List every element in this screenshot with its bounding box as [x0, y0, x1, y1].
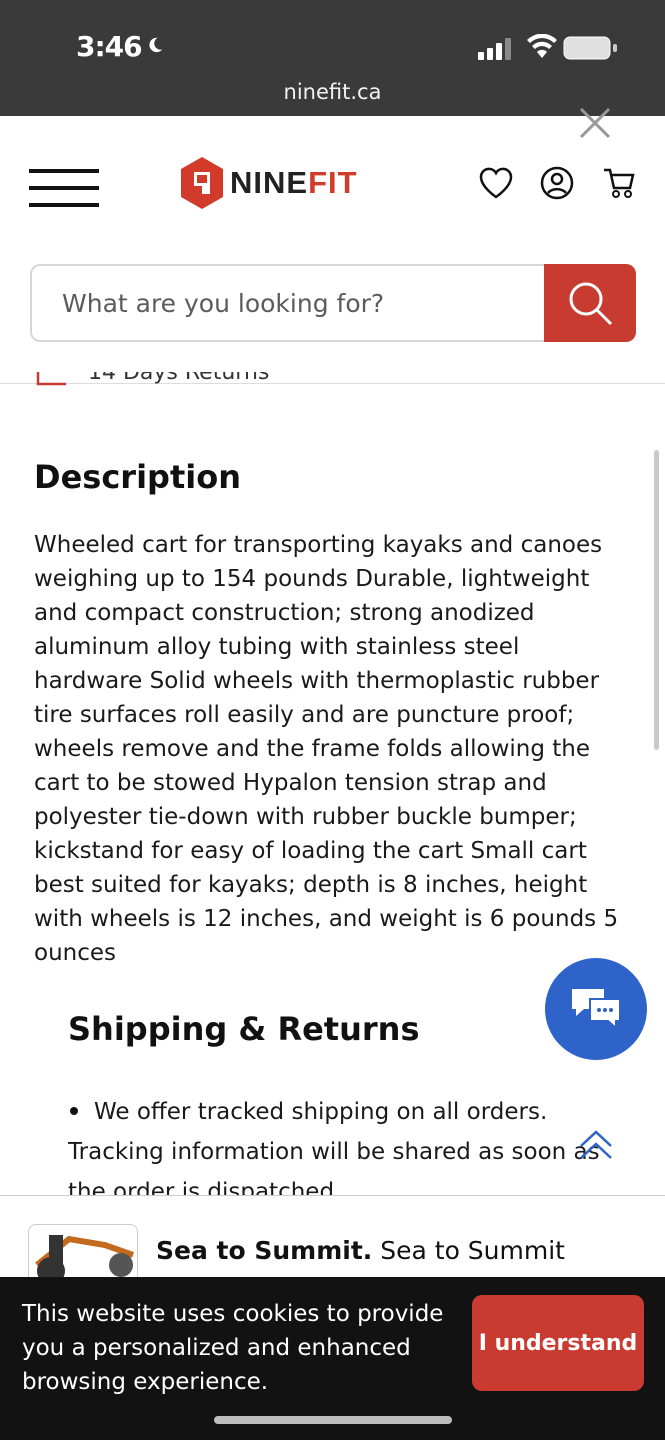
chat-bubble-icon	[572, 989, 621, 1031]
logo-text-fit: FIT	[308, 165, 358, 200]
returns-info: 14 Days Returns	[36, 372, 336, 396]
shipping-text: We offer tracked shipping on all orders.…	[68, 1099, 600, 1196]
close-icon[interactable]	[578, 106, 612, 140]
logo-text-nine: NINE	[230, 165, 309, 200]
shipping-list-item: We offer tracked shipping on all orders.…	[68, 1092, 628, 1196]
cart-icon[interactable]	[602, 166, 636, 200]
scroll-to-top-icon[interactable]	[578, 1128, 614, 1162]
site-header: NINEFIT	[0, 107, 665, 384]
signal-icon	[478, 38, 511, 60]
home-indicator[interactable]	[214, 1416, 452, 1424]
description-text: Wheeled cart for transporting kayaks and…	[34, 532, 619, 966]
chat-button[interactable]	[545, 958, 647, 1060]
sticky-product-brand: Sea to Summit.	[156, 1236, 373, 1265]
moon-icon	[149, 37, 163, 53]
battery-icon	[563, 36, 617, 60]
status-time: 3:46	[76, 30, 143, 63]
cookie-message: This website uses cookies to provide you…	[22, 1301, 444, 1395]
search-icon	[569, 282, 613, 326]
sticky-product-name: Sea to Summit. Sea to Summit	[156, 1236, 565, 1265]
search-input[interactable]	[30, 264, 550, 342]
bullet-point	[70, 1106, 78, 1115]
sticky-product-title: Sea to Summit	[380, 1236, 565, 1265]
search-button[interactable]	[544, 264, 636, 342]
search-bar	[30, 264, 636, 342]
wifi-icon	[527, 34, 557, 58]
returns-text: 14 Days Returns	[88, 372, 270, 385]
menu-icon[interactable]	[29, 169, 99, 207]
page-scrollbar[interactable]	[654, 450, 659, 750]
account-user-icon[interactable]	[540, 166, 574, 200]
status-bar: 3:46 ninefit.ca	[0, 0, 665, 116]
returns-icon	[36, 372, 66, 386]
shipping-returns-heading: Shipping & Returns	[68, 1010, 420, 1048]
site-logo[interactable]: NINEFIT	[180, 155, 358, 211]
cookie-accept-button[interactable]: I understand	[472, 1295, 644, 1391]
url-bar[interactable]: ninefit.ca	[0, 80, 665, 104]
wishlist-heart-icon[interactable]	[478, 166, 514, 200]
ninefit-logo-icon	[181, 157, 223, 209]
sticky-product-bar: Sea to Summit. Sea to Summit	[0, 1195, 665, 1296]
description-heading: Description	[34, 458, 241, 496]
